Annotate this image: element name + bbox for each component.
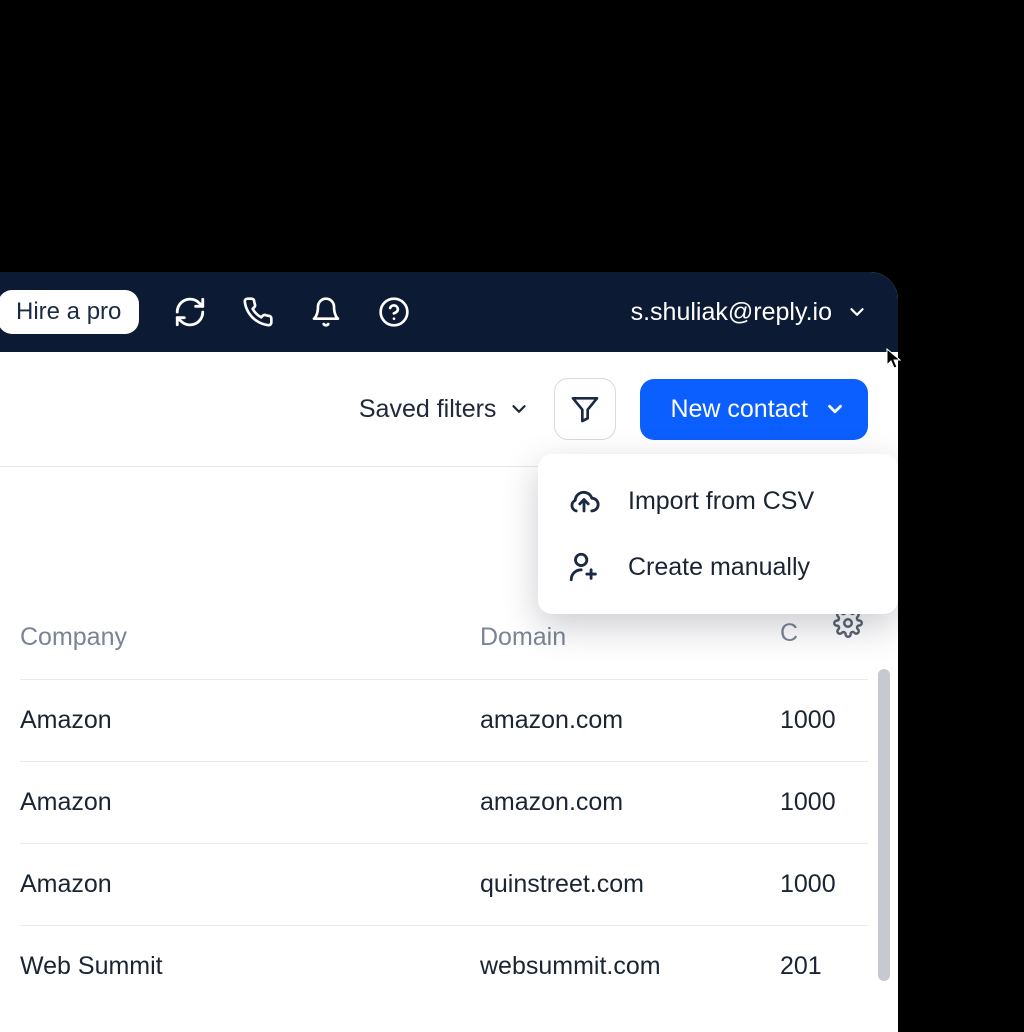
cell-domain: amazon.com: [480, 706, 780, 735]
saved-filters-label: Saved filters: [359, 395, 497, 424]
user-email: s.shuliak@reply.io: [631, 298, 832, 327]
import-from-csv-label: Import from CSV: [628, 487, 814, 516]
table-body: Amazon amazon.com 1000 Amazon amazon.com…: [20, 679, 868, 1007]
scrollbar-thumb[interactable]: [878, 669, 890, 981]
table-header-row: Company Domain C: [20, 609, 868, 665]
table-row[interactable]: Amazon amazon.com 1000: [20, 761, 868, 843]
app-window: Hire a pro: [0, 272, 898, 1032]
table-row[interactable]: Amazon quinstreet.com 1000: [20, 843, 868, 925]
topbar: Hire a pro: [0, 272, 898, 352]
help-icon[interactable]: [377, 295, 411, 329]
new-contact-label: New contact: [670, 395, 808, 424]
cell-company: Web Summit: [20, 952, 480, 981]
cell-company: Amazon: [20, 706, 480, 735]
new-contact-button[interactable]: New contact: [640, 379, 868, 440]
column-header-company[interactable]: Company: [20, 623, 480, 652]
user-menu[interactable]: s.shuliak@reply.io: [631, 298, 868, 327]
cell-domain: quinstreet.com: [480, 870, 780, 899]
cell-count: 1000: [780, 706, 868, 735]
cell-company: Amazon: [20, 870, 480, 899]
new-contact-dropdown: Import from CSV Create manually: [538, 454, 898, 614]
cell-domain: websummit.com: [480, 952, 780, 981]
cell-count: 1000: [780, 870, 868, 899]
cloud-upload-icon: [566, 484, 602, 518]
cell-count: 201: [780, 952, 868, 981]
contacts-table: Company Domain C Amazon amazon.com 1000 …: [0, 609, 898, 1007]
user-plus-icon: [566, 550, 602, 584]
cell-domain: amazon.com: [480, 788, 780, 817]
cell-count: 1000: [780, 788, 868, 817]
chevron-down-icon: [508, 398, 530, 420]
sync-icon[interactable]: [173, 295, 207, 329]
table-row[interactable]: Amazon amazon.com 1000: [20, 679, 868, 761]
toolbar: Saved filters New contact Import from: [0, 352, 898, 467]
phone-icon[interactable]: [241, 295, 275, 329]
create-manually-label: Create manually: [628, 553, 810, 582]
funnel-icon: [569, 393, 601, 425]
cell-company: Amazon: [20, 788, 480, 817]
chevron-down-icon: [846, 301, 868, 323]
import-from-csv-item[interactable]: Import from CSV: [538, 468, 898, 534]
filter-button[interactable]: [554, 378, 616, 440]
column-header-count[interactable]: C: [780, 619, 808, 655]
bell-icon[interactable]: [309, 295, 343, 329]
hire-a-pro-button[interactable]: Hire a pro: [0, 290, 139, 334]
table-row[interactable]: Web Summit websummit.com 201: [20, 925, 868, 1007]
create-manually-item[interactable]: Create manually: [538, 534, 898, 600]
chevron-down-icon: [824, 398, 846, 420]
column-header-domain[interactable]: Domain: [480, 623, 780, 652]
saved-filters-dropdown[interactable]: Saved filters: [359, 395, 531, 424]
